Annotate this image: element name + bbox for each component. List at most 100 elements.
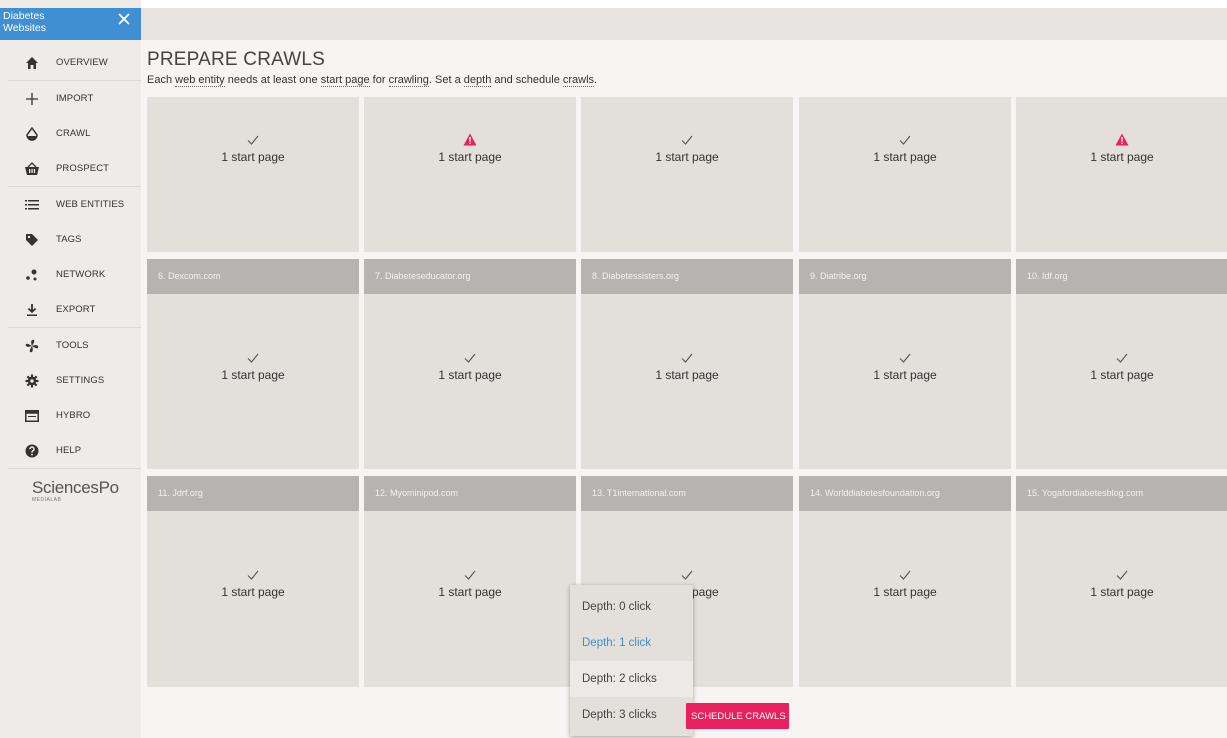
nav-settings[interactable]: SETTINGS: [0, 363, 141, 398]
web-entity-card[interactable]: 1 start page: [1016, 97, 1227, 252]
card-status: 1 start page: [1016, 568, 1227, 599]
home-icon: [22, 53, 42, 73]
download-icon: [22, 300, 42, 320]
nav-web-entities[interactable]: WEB ENTITIES: [0, 187, 141, 222]
term-depth[interactable]: depth: [463, 74, 492, 87]
depth-option-3[interactable]: Depth: 3 clicks: [570, 697, 693, 733]
nav-crawl[interactable]: CRAWL: [0, 116, 141, 151]
card-status: 1 start page: [1016, 133, 1227, 164]
start-page-count: 1 start page: [1090, 368, 1154, 382]
nav-hybro[interactable]: HYBRO: [0, 398, 141, 433]
start-page-count: 1 start page: [438, 150, 502, 164]
start-page-count: 1 start page: [221, 368, 285, 382]
nav-overview[interactable]: OVERVIEW: [0, 45, 141, 80]
term-web-entity[interactable]: web entity: [175, 74, 225, 87]
plus-icon: [22, 89, 42, 109]
nav-network[interactable]: NETWORK: [0, 257, 141, 292]
check-icon: [799, 351, 1011, 365]
start-page-count: 1 start page: [655, 150, 719, 164]
warning-icon: [364, 133, 576, 147]
card-status: 1 start page: [799, 133, 1011, 164]
start-page-count: 1 start page: [873, 585, 937, 599]
card-status: 1 start page: [364, 133, 576, 164]
card-status: 1 start page: [799, 351, 1011, 382]
nav-help[interactable]: HELP: [0, 433, 141, 468]
check-icon: [581, 568, 793, 582]
web-entity-card[interactable]: 15. Yogafordiabetesblog.com 1 start page: [1016, 476, 1227, 687]
web-entity-card[interactable]: 1 start page: [581, 97, 793, 252]
logo-main: SciencesPo: [32, 478, 119, 497]
list-icon: [22, 195, 42, 215]
web-entity-card[interactable]: 9. Diatribe.org 1 start page: [799, 259, 1011, 469]
check-icon: [799, 133, 1011, 147]
question-icon: [22, 441, 42, 461]
start-page-count: 1 start page: [1090, 585, 1154, 599]
nav-export[interactable]: EXPORT: [0, 292, 141, 327]
card-status: 1 start page: [147, 351, 359, 382]
nav-label: TOOLS: [56, 340, 89, 351]
card-title: 12. Myominipod.com: [364, 476, 576, 511]
check-icon: [1016, 351, 1227, 365]
nav-label: IMPORT: [56, 93, 94, 104]
card-title: 6. Dexcom.com: [147, 259, 359, 294]
close-icon[interactable]: [115, 10, 133, 28]
term-crawling[interactable]: crawling: [388, 74, 429, 87]
card-title: 13. T1international.com: [581, 476, 793, 511]
nav-label: EXPORT: [56, 304, 96, 315]
web-entity-card[interactable]: 7. Diabeteseducator.org 1 start page: [364, 259, 576, 469]
depth-option-2[interactable]: Depth: 2 clicks: [570, 661, 693, 697]
web-entity-card[interactable]: 1 start page: [147, 97, 359, 252]
web-entity-card[interactable]: 1 start page: [364, 97, 576, 252]
fan-icon: [22, 336, 42, 356]
desc-text: and schedule: [491, 74, 563, 86]
start-page-count: 1 start page: [873, 150, 937, 164]
term-start-page[interactable]: start page: [320, 74, 370, 87]
card-status: 1 start page: [1016, 351, 1227, 382]
nav-tags[interactable]: TAGS: [0, 222, 141, 257]
desc-text: .: [594, 74, 598, 86]
nav-label: CRAWL: [56, 128, 91, 139]
gear-icon: [22, 371, 42, 391]
nav-import[interactable]: IMPORT: [0, 81, 141, 116]
start-page-count: 1 start page: [1090, 150, 1154, 164]
nav-prospect[interactable]: PROSPECT: [0, 151, 141, 186]
depth-option-0[interactable]: Depth: 0 click: [570, 589, 693, 625]
card-title: 7. Diabeteseducator.org: [364, 259, 576, 294]
desc-text: . Set a: [428, 74, 464, 86]
web-entity-card[interactable]: 8. Diabetessisters.org 1 start page: [581, 259, 793, 469]
basket-icon: [22, 159, 42, 179]
start-page-count: 1 start page: [221, 585, 285, 599]
term-crawls[interactable]: crawls: [562, 74, 595, 87]
nav-label: OVERVIEW: [56, 57, 108, 68]
web-entity-card[interactable]: 1 start page: [799, 97, 1011, 252]
check-icon: [581, 133, 793, 147]
desc-text: Each: [147, 74, 176, 86]
sciencespo-logo: SciencesPo MEDIALAB: [32, 478, 119, 503]
check-icon: [364, 351, 576, 365]
card-title: 14. Worlddiabetesfoundation.org: [799, 476, 1011, 511]
nav-label: WEB ENTITIES: [56, 199, 125, 210]
web-entity-card[interactable]: 10. Idf.org 1 start page: [1016, 259, 1227, 469]
check-icon: [1016, 568, 1227, 582]
web-entity-card[interactable]: 6. Dexcom.com 1 start page: [147, 259, 359, 469]
depth-option-1[interactable]: Depth: 1 click: [570, 625, 693, 661]
window-icon: [22, 406, 42, 426]
warning-icon: [1016, 133, 1227, 147]
check-icon: [147, 568, 359, 582]
card-status: 1 start page: [364, 568, 576, 599]
depth-dropdown-menu: Depth: 0 click Depth: 1 click Depth: 2 c…: [570, 585, 693, 736]
nav-tools[interactable]: TOOLS: [0, 328, 141, 363]
web-entity-card[interactable]: 11. Jdrf.org 1 start page: [147, 476, 359, 687]
web-entity-card[interactable]: 14. Worlddiabetesfoundation.org 1 start p…: [799, 476, 1011, 687]
start-page-count: 1 start page: [873, 368, 937, 382]
schedule-crawls-button[interactable]: SCHEDULE CRAWLS: [686, 703, 789, 729]
drop-icon: [22, 124, 42, 144]
nav-divider: [8, 468, 141, 469]
desc-text: needs at least one: [224, 74, 321, 86]
web-entity-card[interactable]: 12. Myominipod.com 1 start page: [364, 476, 576, 687]
card-status: 1 start page: [147, 568, 359, 599]
nav-label: HYBRO: [56, 410, 91, 421]
start-page-count: 1 start page: [221, 150, 285, 164]
start-page-count: 1 start page: [655, 368, 719, 382]
card-title: 15. Yogafordiabetesblog.com: [1016, 476, 1227, 511]
